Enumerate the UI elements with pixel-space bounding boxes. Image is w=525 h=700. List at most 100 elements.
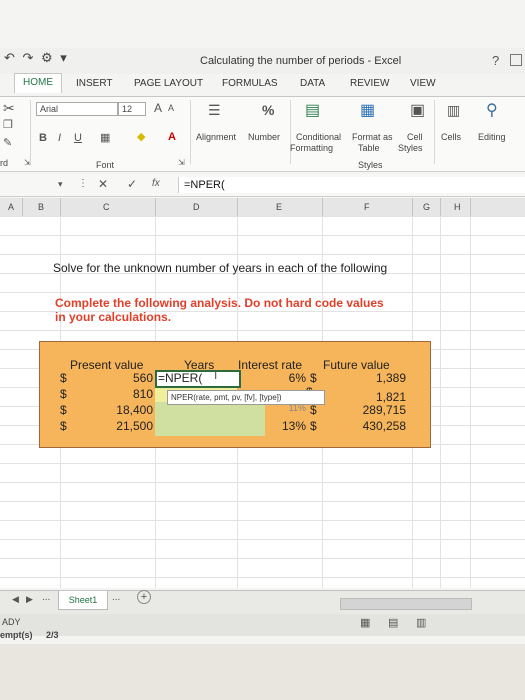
normal-view-icon[interactable]: ▦: [360, 616, 370, 629]
future-value-cell[interactable]: 1,389: [350, 371, 406, 385]
cell-styles-icon[interactable]: ▣: [410, 100, 425, 120]
future-value-cell[interactable]: 1,821: [350, 390, 406, 404]
editing-button[interactable]: Editing: [478, 132, 506, 142]
column-header-h[interactable]: H: [454, 202, 461, 212]
grow-font-button[interactable]: A: [154, 101, 162, 115]
column-header-b[interactable]: B: [38, 202, 44, 212]
prev-sheet-icon[interactable]: ◀: [12, 594, 19, 605]
cells-button[interactable]: Cells: [441, 132, 461, 142]
future-value-cell[interactable]: 430,258: [350, 419, 406, 433]
column-header-f[interactable]: F: [364, 202, 370, 212]
future-value-cell[interactable]: 289,715: [350, 403, 406, 417]
column-header-g[interactable]: G: [423, 202, 430, 212]
present-value-cell[interactable]: 810: [100, 387, 153, 401]
alignment-icon[interactable]: ☰: [208, 102, 221, 119]
currency-symbol: $: [60, 403, 67, 417]
tab-page-layout[interactable]: PAGE LAYOUT: [134, 78, 203, 89]
font-group-label: Font: [96, 160, 115, 170]
interest-rate-cell[interactable]: 13%: [266, 419, 306, 433]
font-color-icon[interactable]: A: [168, 131, 176, 143]
excel-window: ↶ ↷ ⚙ ▾ Calculating the number of period…: [0, 0, 525, 700]
desk-background: [0, 644, 525, 700]
next-sheet-icon[interactable]: ▶: [26, 594, 33, 605]
header-interest-rate: Interest rate: [238, 358, 303, 372]
sheet-tab-sheet1[interactable]: Sheet1: [58, 591, 108, 610]
tab-home[interactable]: HOME: [14, 73, 62, 93]
years-cell-editing[interactable]: =NPER(: [158, 371, 202, 385]
currency-symbol: $: [60, 371, 67, 385]
horizontal-scrollbar[interactable]: [340, 598, 472, 610]
cell-styles-line2[interactable]: Styles: [398, 143, 423, 153]
format-as-table-icon[interactable]: ▦: [360, 100, 375, 120]
formula-text: =NPER(: [184, 179, 225, 191]
currency-symbol: $: [310, 403, 317, 417]
styles-group-label: Styles: [358, 160, 383, 170]
format-as-table-line1[interactable]: Format as: [352, 132, 393, 142]
page-break-view-icon[interactable]: ▥: [416, 616, 426, 629]
format-painter-icon[interactable]: ✎: [3, 136, 12, 149]
header-present-value: Present value: [70, 358, 144, 372]
bold-button[interactable]: B: [39, 132, 47, 144]
instruction-line-2: in your calculations.: [55, 310, 172, 324]
cut-icon[interactable]: ✂: [3, 100, 15, 117]
column-headers: [0, 198, 525, 217]
column-header-c[interactable]: C: [103, 202, 110, 212]
copy-icon[interactable]: ❐: [3, 118, 13, 131]
quick-access-toolbar[interactable]: ↶ ↷ ⚙ ▾: [4, 50, 69, 66]
find-icon[interactable]: ⚲: [486, 100, 498, 120]
more-sheets-right[interactable]: ...: [112, 592, 120, 603]
status-bar: [0, 614, 525, 636]
currency-symbol: $: [60, 387, 67, 401]
restore-icon[interactable]: [510, 54, 522, 66]
shrink-font-button[interactable]: A: [168, 103, 174, 113]
currency-symbol: $: [310, 371, 317, 385]
status-count: 2/3: [46, 630, 59, 640]
cell-styles-line1[interactable]: Cell: [407, 132, 423, 142]
formula-bar-grip-icon: ⋮: [78, 178, 88, 189]
column-header-e[interactable]: E: [276, 202, 282, 212]
header-years: Years: [184, 358, 215, 372]
column-header-a[interactable]: A: [8, 202, 14, 212]
sheet-heading: Solve for the unknown number of years in…: [53, 261, 388, 275]
insert-function-button[interactable]: fx: [152, 178, 160, 189]
tab-insert[interactable]: INSERT: [76, 78, 113, 89]
name-box-dropdown-icon[interactable]: ▾: [58, 179, 63, 190]
present-value-cell[interactable]: 18,400: [100, 403, 153, 417]
interest-rate-cell[interactable]: 6%: [266, 371, 306, 385]
more-sheets-left[interactable]: ...: [42, 592, 50, 603]
help-button[interactable]: ?: [492, 53, 499, 68]
page-layout-view-icon[interactable]: ▤: [388, 616, 398, 629]
tab-formulas[interactable]: FORMULAS: [222, 78, 278, 89]
cancel-button[interactable]: ✕: [98, 177, 108, 191]
conditional-formatting-line2[interactable]: Formatting: [290, 143, 333, 153]
column-header-d[interactable]: D: [193, 202, 200, 212]
add-sheet-button[interactable]: +: [137, 590, 151, 604]
window-title: Calculating the number of periods - Exce…: [200, 55, 402, 67]
font-size-box[interactable]: 12: [118, 102, 146, 116]
fill-color-icon[interactable]: ◆: [137, 130, 145, 143]
font-name-box[interactable]: Arial: [36, 102, 118, 116]
alignment-button[interactable]: Alignment: [196, 132, 236, 142]
present-value-cell[interactable]: 560: [100, 371, 153, 385]
percent-icon[interactable]: %: [262, 102, 274, 118]
present-value-cell[interactable]: 21,500: [100, 419, 153, 433]
header-future-value: Future value: [323, 358, 390, 372]
format-as-table-line2[interactable]: Table: [358, 143, 380, 153]
function-tooltip[interactable]: NPER(rate, pmt, pv, [fv], [type]): [167, 390, 325, 405]
font-dialog-launcher-icon[interactable]: ⇲: [178, 158, 185, 167]
formula-input[interactable]: [178, 177, 525, 193]
text-cursor-icon: I: [214, 368, 218, 382]
tab-view[interactable]: VIEW: [410, 78, 436, 89]
italic-button[interactable]: I: [58, 132, 61, 144]
cells-icon[interactable]: ▥: [447, 102, 460, 119]
clipboard-group-label: rd: [0, 158, 9, 168]
status-empty-cells: empt(s): [0, 630, 33, 640]
tab-review[interactable]: REVIEW: [350, 78, 389, 89]
number-button[interactable]: Number: [248, 132, 280, 142]
enter-button[interactable]: ✓: [127, 177, 137, 191]
underline-button[interactable]: U: [74, 132, 82, 144]
borders-icon[interactable]: ▦: [100, 131, 110, 144]
conditional-formatting-icon[interactable]: ▤: [305, 100, 320, 120]
tab-data[interactable]: DATA: [300, 78, 325, 89]
conditional-formatting-line1[interactable]: Conditional: [296, 132, 341, 142]
